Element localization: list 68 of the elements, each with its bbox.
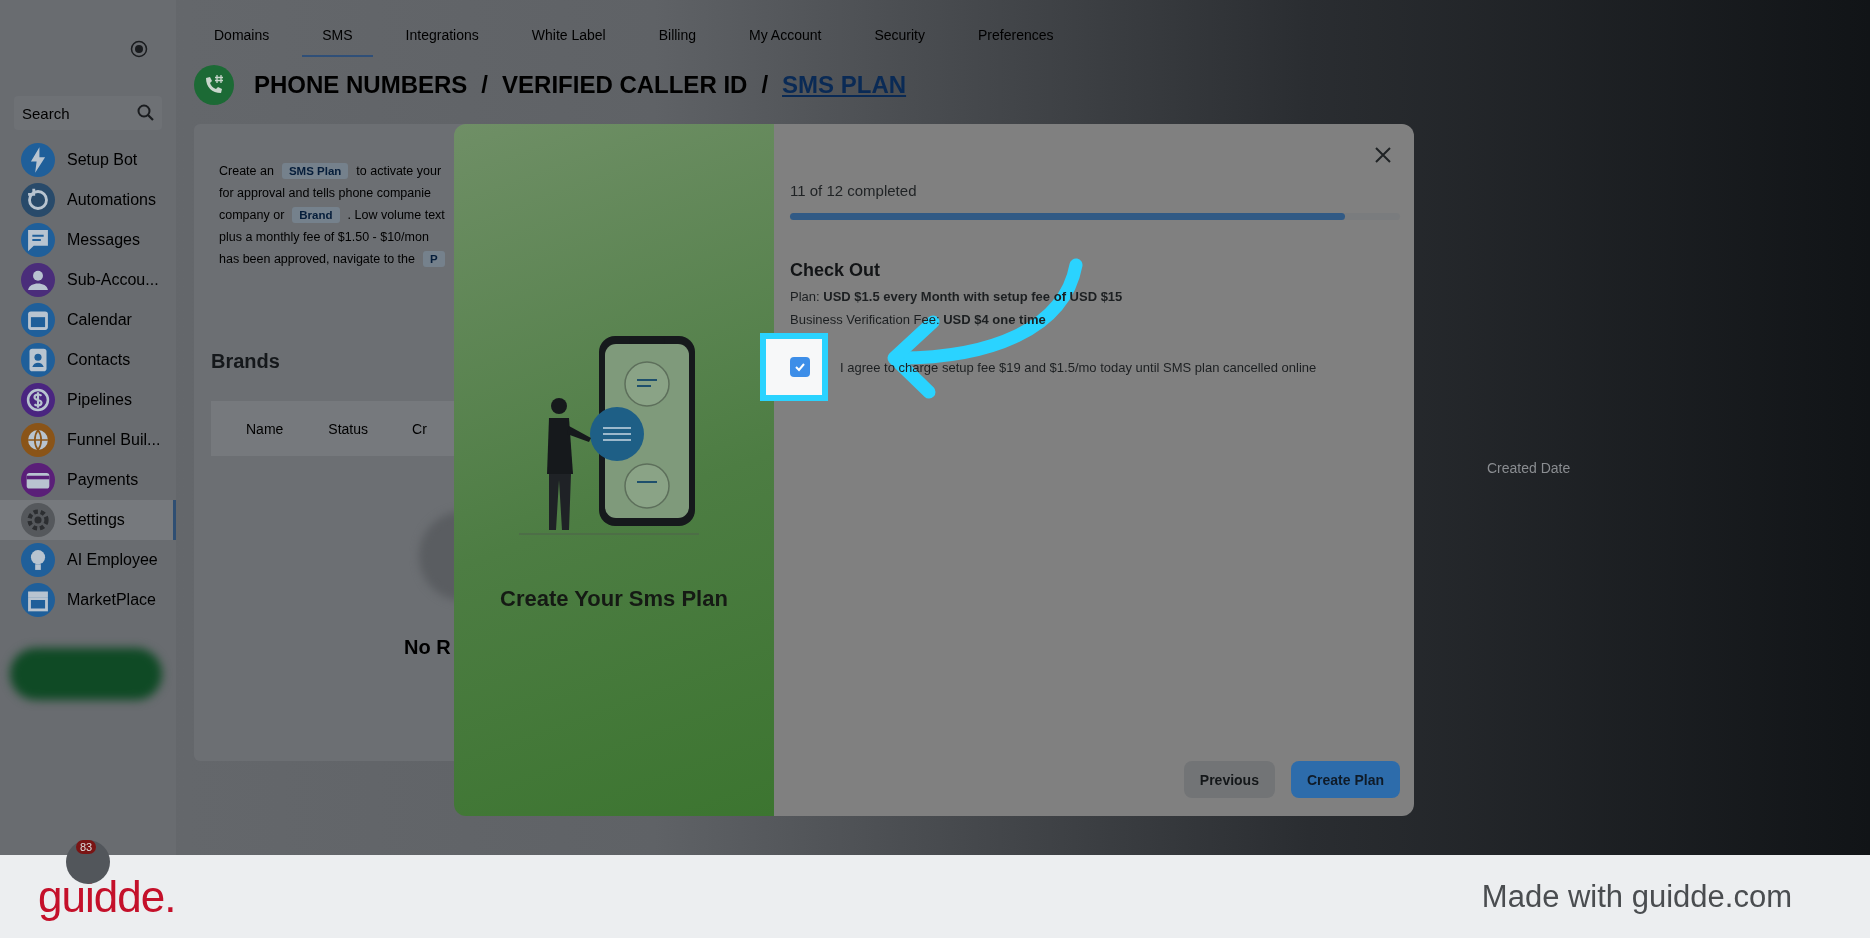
sidebar-item[interactable]: AI Employee bbox=[0, 540, 176, 580]
bolt-icon bbox=[21, 143, 55, 177]
column-header: Name bbox=[246, 420, 284, 437]
nav-tab[interactable]: Security bbox=[854, 27, 945, 57]
sidebar-item[interactable]: Pipelines bbox=[0, 380, 176, 420]
progress-label: 11 of 12 completed bbox=[790, 182, 918, 199]
highlight-box bbox=[760, 333, 828, 401]
breadcrumb-link[interactable]: PHONE NUMBERS bbox=[254, 71, 468, 99]
sidebar-item[interactable]: Sub-Accou... bbox=[0, 260, 176, 300]
column-header: Status bbox=[328, 420, 369, 437]
create-button[interactable]: Create Plan bbox=[1290, 761, 1400, 798]
nav-tab[interactable]: Integrations bbox=[385, 27, 499, 57]
store-icon bbox=[21, 583, 55, 617]
globe-icon bbox=[21, 423, 55, 457]
nav-tab[interactable]: SMS bbox=[302, 27, 373, 57]
credit-card-icon bbox=[21, 463, 55, 497]
plan-tag[interactable]: SMS Plan bbox=[281, 163, 349, 179]
logo: guidde. bbox=[38, 871, 176, 922]
sidebar-item[interactable]: Messages bbox=[0, 220, 176, 260]
description-text: has been approved, navigate to the bbox=[219, 252, 415, 266]
sidebar-item[interactable]: Setup Bot bbox=[0, 140, 176, 180]
nav-tab[interactable]: My Account bbox=[729, 27, 842, 57]
gear-icon bbox=[21, 503, 55, 537]
search-field[interactable]: Search bbox=[14, 96, 162, 130]
description-text: plus a monthly fee of $1.50 - $10/mon bbox=[219, 230, 429, 244]
description-text: to activate your bbox=[356, 164, 442, 178]
description-text: . Low volume text bbox=[347, 208, 445, 222]
chat-icon bbox=[21, 223, 55, 257]
column-header: Cr bbox=[412, 420, 427, 437]
contact-icon bbox=[21, 343, 55, 377]
nav-tab[interactable]: Domains bbox=[194, 27, 290, 57]
nav-tab[interactable]: Billing bbox=[638, 27, 717, 57]
breadcrumb-link[interactable]: VERIFIED CALLER ID bbox=[502, 71, 748, 99]
credit-text: Made with guidde.com bbox=[1481, 878, 1792, 915]
phone-icon bbox=[194, 65, 234, 105]
description-text: for approval and tells phone companie bbox=[219, 186, 431, 200]
empty-state-text: No R bbox=[404, 636, 452, 659]
radio-icon[interactable] bbox=[130, 40, 148, 58]
sidebar-item[interactable]: Contacts bbox=[0, 340, 176, 380]
user-icon bbox=[21, 263, 55, 297]
nav-tab[interactable]: White Label bbox=[511, 27, 626, 57]
description-text: company or bbox=[219, 208, 285, 222]
sidebar-item[interactable]: Settings bbox=[0, 500, 176, 540]
description-text: Create an bbox=[219, 164, 274, 178]
sidebar-item[interactable]: MarketPlace bbox=[0, 580, 176, 620]
sidebar-item[interactable]: Funnel Buil... bbox=[0, 420, 176, 460]
nav-tab[interactable]: Preferences bbox=[958, 27, 1074, 57]
column-header: Created Date bbox=[1487, 460, 1571, 476]
fee-detail: Plan: USD $1.5 every Month with setup fee of USD $15 bbox=[790, 289, 1124, 304]
calendar-icon bbox=[21, 303, 55, 337]
agree-checkbox[interactable] bbox=[790, 357, 810, 377]
check-icon bbox=[794, 361, 806, 373]
notification-badge: 83 bbox=[76, 840, 97, 854]
lightbulb-icon bbox=[21, 543, 55, 577]
breadcrumb-separator: / bbox=[761, 71, 769, 99]
plan-tag[interactable]: P bbox=[423, 251, 445, 267]
search-icon[interactable] bbox=[136, 103, 156, 123]
sidebar-item[interactable]: Payments bbox=[0, 460, 176, 500]
section-title: Brands bbox=[211, 350, 281, 373]
breadcrumb-separator: / bbox=[481, 71, 489, 99]
dollar-icon bbox=[21, 383, 55, 417]
plan-tag[interactable]: Brand bbox=[292, 207, 340, 223]
sidebar-item[interactable]: Calendar bbox=[0, 300, 176, 340]
sidebar-item[interactable]: Automations bbox=[0, 180, 176, 220]
refresh-icon bbox=[21, 183, 55, 217]
previous-button[interactable]: Previous bbox=[1183, 761, 1275, 798]
section-title: Check Out bbox=[790, 260, 882, 281]
panel-title: Create Your Sms Plan bbox=[500, 586, 728, 612]
